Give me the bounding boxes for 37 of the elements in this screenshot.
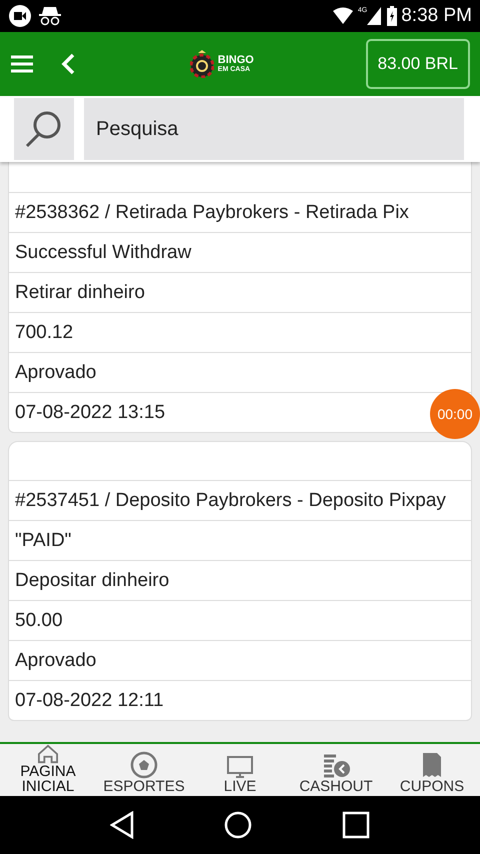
battery-icon: [387, 6, 398, 26]
nav-tab[interactable]: CASHOUT: [288, 744, 384, 796]
menu-icon: [11, 55, 33, 73]
cash-coin-icon: [321, 753, 351, 779]
transaction-status: Aprovado: [15, 648, 96, 672]
transaction-date: 07-08-2022 12:11: [15, 688, 164, 712]
logo-text: BINGO: [218, 55, 254, 66]
coupon-icon: [421, 751, 443, 779]
transaction-status: Aprovado: [15, 360, 96, 384]
monitor-icon: [226, 755, 254, 779]
transaction-message: Successful Withdraw: [15, 240, 192, 264]
search-field[interactable]: Pesquisa: [84, 98, 464, 160]
nav-tab[interactable]: LIVE: [192, 744, 288, 796]
soccer-ball-icon: [130, 751, 158, 779]
incognito-icon: [38, 5, 62, 27]
nav-tab[interactable]: CUPONS: [384, 744, 480, 796]
wifi-icon: [332, 7, 354, 25]
transaction-message: "PAID": [15, 528, 72, 552]
balance-button[interactable]: 83.00 BRL: [366, 39, 470, 89]
transaction-amount: 50.00: [15, 608, 63, 632]
transaction-type: Retirar dinheiro: [15, 280, 145, 304]
clock-time: 8:38 PM: [401, 4, 472, 28]
signal-icon: [367, 7, 382, 25]
home-icon[interactable]: [224, 811, 252, 839]
search-button[interactable]: [14, 98, 74, 160]
transaction-type: Depositar dinheiro: [15, 568, 170, 592]
camera-icon: [8, 4, 32, 28]
transaction-date: 07-08-2022 13:15: [15, 400, 166, 424]
back-icon: [61, 53, 75, 75]
transaction-title: #2538362 / Retirada Paybrokers - Retirada Pix: [15, 200, 409, 224]
nav-tab[interactable]: ESPORTES: [96, 744, 192, 796]
transaction-amount: 700.12: [15, 320, 74, 344]
nav-tab[interactable]: PAGINA INICIAL: [0, 744, 96, 796]
recents-icon[interactable]: [342, 811, 370, 839]
back-icon[interactable]: [110, 811, 134, 839]
logo-icon: [190, 50, 214, 78]
transaction-title: #2537451 / Deposito Paybrokers - Deposito Pixpay: [15, 488, 446, 512]
